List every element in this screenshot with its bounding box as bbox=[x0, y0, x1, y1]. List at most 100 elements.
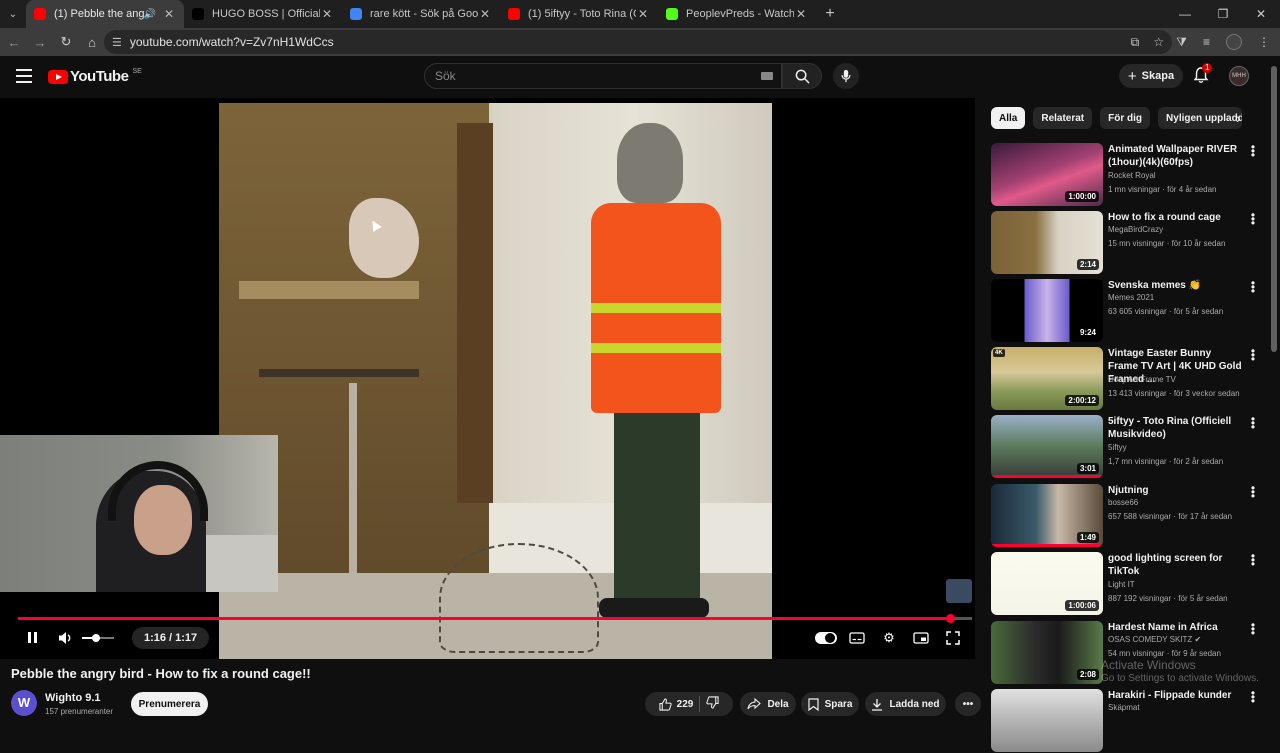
download-button[interactable]: Ladda ned bbox=[865, 692, 946, 716]
recommendation-channel[interactable]: 5iftyy bbox=[1108, 443, 1127, 452]
video-player[interactable]: 1:16 / 1:17 ⚙ bbox=[0, 98, 975, 659]
share-button[interactable]: Dela bbox=[740, 692, 796, 716]
progress-scrubber[interactable] bbox=[946, 614, 956, 623]
tab-search-button[interactable]: ⌄ bbox=[0, 0, 26, 28]
site-info-icon[interactable]: ☰ bbox=[112, 36, 122, 49]
new-tab-button[interactable]: + bbox=[816, 5, 844, 23]
youtube-logo[interactable]: YouTube SE bbox=[48, 68, 142, 85]
video-thumbnail[interactable]: 2:14 bbox=[991, 211, 1103, 274]
recommendation-channel[interactable]: Light IT bbox=[1108, 580, 1135, 589]
recommendation-title[interactable]: good lighting screen for TikTok bbox=[1108, 552, 1243, 578]
voice-search-button[interactable] bbox=[833, 63, 859, 89]
video-thumbnail[interactable]: 9:24 bbox=[991, 279, 1103, 342]
progress-bar[interactable] bbox=[18, 617, 972, 620]
browser-tab[interactable]: PeoplevPreds - Watch the VOD✕ bbox=[658, 0, 816, 28]
more-vertical-icon[interactable]: • • • bbox=[1249, 277, 1257, 297]
subscribe-button[interactable]: Prenumerera bbox=[131, 692, 208, 716]
recommendation-title[interactable]: 5iftyy - Toto Rina (Officiell Musikvideo… bbox=[1108, 415, 1243, 441]
video-thumbnail[interactable]: 1:49 bbox=[991, 484, 1103, 547]
more-vertical-icon[interactable]: • • • bbox=[1249, 550, 1257, 570]
address-bar[interactable]: ☰ youtube.com/watch?v=Zv7nH1WdCcs ⧉ ☆ bbox=[104, 30, 1172, 54]
chevron-right-icon[interactable]: › bbox=[1236, 110, 1241, 126]
account-avatar[interactable]: MHH bbox=[1229, 66, 1249, 86]
speaker-icon[interactable]: 🔊 bbox=[144, 9, 156, 20]
recommendation-item[interactable]: 1:49 Njutning bosse66 657 588 visningar · f… bbox=[991, 482, 1261, 548]
browser-tab[interactable]: (1) 5iftyy - Toto Rina (Officiell M✕ bbox=[500, 0, 658, 28]
bookmark-star-icon[interactable]: ☆ bbox=[1153, 35, 1164, 49]
browser-tab[interactable]: (1) Pebble the angry bird - H🔊 ✕ bbox=[26, 0, 184, 28]
chip-recently-uploaded[interactable]: Nyligen uppladdat bbox=[1158, 107, 1243, 129]
video-thumbnail[interactable]: 3:01 bbox=[991, 415, 1103, 478]
recommendation-title[interactable]: Harakiri - Flippade kunder bbox=[1108, 689, 1243, 702]
recommendation-item[interactable]: 2:14 How to fix a round cage MegaBirdCrazy… bbox=[991, 209, 1261, 275]
end-card-thumbnail[interactable] bbox=[946, 579, 972, 603]
home-button[interactable]: ⌂ bbox=[80, 35, 104, 50]
browser-menu-icon[interactable]: ⋮ bbox=[1258, 35, 1270, 49]
close-tab-icon[interactable]: ✕ bbox=[162, 7, 176, 21]
channel-avatar[interactable]: W bbox=[11, 690, 37, 716]
recommendation-channel[interactable]: MegaBirdCrazy bbox=[1108, 225, 1163, 234]
recommendation-channel[interactable]: OSAS COMEDY SKITZ ✔ bbox=[1108, 635, 1201, 644]
chip-all[interactable]: Alla bbox=[991, 107, 1026, 129]
recommendation-channel[interactable]: Cozy Art Frame TV bbox=[1108, 375, 1176, 384]
autoplay-toggle[interactable] bbox=[815, 626, 837, 650]
more-vertical-icon[interactable]: • • • bbox=[1249, 345, 1257, 365]
save-button[interactable]: Spara bbox=[801, 692, 859, 716]
close-tab-icon[interactable]: ✕ bbox=[636, 7, 650, 21]
forward-button[interactable]: → bbox=[28, 35, 52, 50]
recommendation-title[interactable]: How to fix a round cage bbox=[1108, 211, 1243, 224]
more-vertical-icon[interactable]: • • • bbox=[1249, 413, 1257, 433]
video-thumbnail[interactable] bbox=[991, 689, 1103, 752]
back-button[interactable]: ← bbox=[2, 35, 26, 50]
reload-button[interactable]: ↻ bbox=[54, 34, 78, 50]
recommendation-title[interactable]: Svenska memes 👏 bbox=[1108, 279, 1243, 292]
mute-button[interactable] bbox=[56, 626, 76, 650]
volume-knob[interactable] bbox=[92, 634, 101, 642]
channel-name[interactable]: Wighto 9.1 bbox=[45, 692, 101, 704]
fullscreen-button[interactable] bbox=[944, 626, 962, 650]
recommendation-title[interactable]: Njutning bbox=[1108, 484, 1243, 497]
video-thumbnail[interactable]: 2:08 bbox=[991, 621, 1103, 684]
recommendation-title[interactable]: Animated Wallpaper RIVER (1hour)(4k)(60f… bbox=[1108, 143, 1243, 169]
more-actions-button[interactable]: ••• bbox=[955, 692, 981, 716]
search-input[interactable]: Sök bbox=[424, 63, 782, 89]
recommendation-item[interactable]: 1:00:06 good lighting screen for TikTok Li… bbox=[991, 550, 1261, 616]
recommendation-item[interactable]: Harakiri - Flippade kunder Skäpmat • • • bbox=[991, 687, 1261, 753]
video-thumbnail[interactable]: 4K 2:00:12 bbox=[991, 347, 1103, 410]
more-vertical-icon[interactable]: • • • bbox=[1249, 209, 1257, 229]
settings-button[interactable]: ⚙ bbox=[880, 626, 898, 650]
search-button[interactable] bbox=[782, 63, 822, 89]
close-window-button[interactable]: ✕ bbox=[1242, 0, 1280, 28]
more-vertical-icon[interactable]: • • • bbox=[1249, 687, 1257, 707]
volume-slider[interactable] bbox=[82, 634, 114, 642]
dislike-button[interactable] bbox=[706, 696, 719, 712]
recommendation-channel[interactable]: Skäpmat bbox=[1108, 703, 1140, 712]
menu-icon[interactable] bbox=[16, 69, 32, 83]
recommendation-item[interactable]: 3:01 5iftyy - Toto Rina (Officiell Musikv… bbox=[991, 413, 1261, 479]
close-tab-icon[interactable]: ✕ bbox=[794, 7, 808, 21]
scrollbar[interactable] bbox=[1271, 66, 1277, 352]
install-app-icon[interactable]: ⧉ bbox=[1131, 35, 1140, 50]
recommendation-item[interactable]: 4K 2:00:12 Vintage Easter Bunny Frame TV A… bbox=[991, 345, 1261, 411]
browser-tab[interactable]: rare kött - Sök på Google✕ bbox=[342, 0, 500, 28]
close-tab-icon[interactable]: ✕ bbox=[320, 7, 334, 21]
minimize-button[interactable]: — bbox=[1166, 0, 1204, 28]
more-vertical-icon[interactable]: • • • bbox=[1249, 619, 1257, 639]
browser-tab[interactable]: HUGO BOSS | Official Online Sh✕ bbox=[184, 0, 342, 28]
miniplayer-button[interactable] bbox=[912, 626, 930, 650]
create-button[interactable]: + Skapa bbox=[1119, 64, 1183, 88]
like-button[interactable]: 229 bbox=[659, 697, 693, 711]
chip-related[interactable]: Relaterat bbox=[1033, 107, 1093, 129]
recommendation-item[interactable]: 9:24 Svenska memes 👏 Memes 2021 63 605 visn… bbox=[991, 277, 1261, 343]
extensions-icon[interactable]: ⧩ bbox=[1176, 35, 1187, 50]
pause-button[interactable] bbox=[24, 626, 40, 650]
keyboard-icon[interactable] bbox=[761, 72, 773, 80]
recommendation-channel[interactable]: bosse66 bbox=[1108, 498, 1138, 507]
more-vertical-icon[interactable]: • • • bbox=[1249, 141, 1257, 161]
subtitles-button[interactable] bbox=[848, 626, 866, 650]
recommendation-channel[interactable]: Memes 2021 bbox=[1108, 293, 1154, 302]
recommendation-item[interactable]: 1:00:00 Animated Wallpaper RIVER (1hour)(… bbox=[991, 141, 1261, 207]
video-thumbnail[interactable]: 1:00:00 bbox=[991, 143, 1103, 206]
close-tab-icon[interactable]: ✕ bbox=[478, 7, 492, 21]
recommendation-title[interactable]: Hardest Name in Africa bbox=[1108, 621, 1243, 634]
